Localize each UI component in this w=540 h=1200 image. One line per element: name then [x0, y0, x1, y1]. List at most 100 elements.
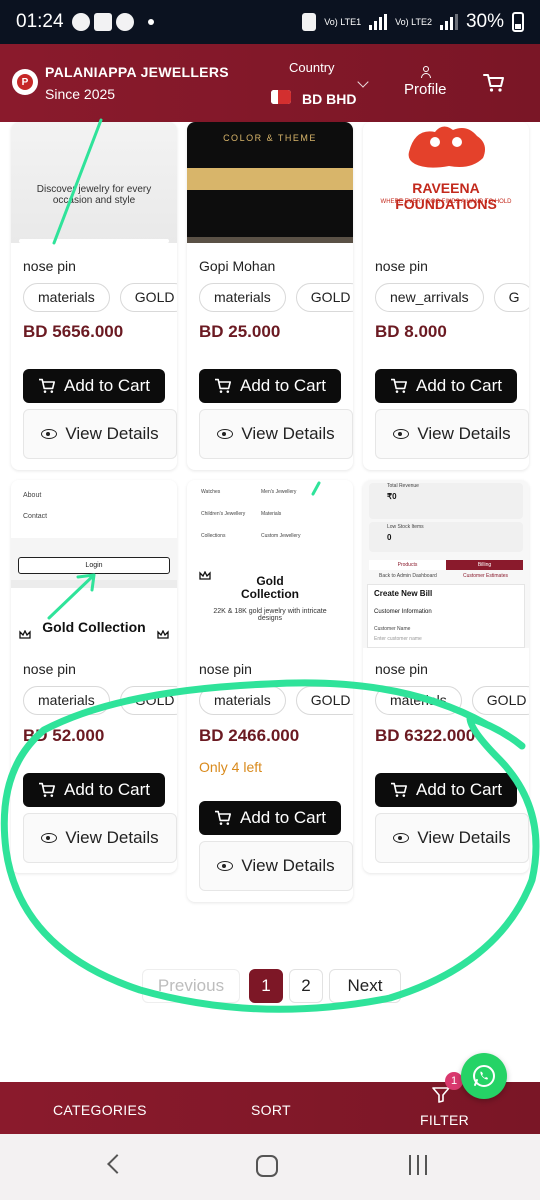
crown-icon: [19, 630, 31, 639]
sort-button[interactable]: SORT: [251, 1102, 291, 1118]
cart-icon[interactable]: [483, 73, 505, 93]
image-revenue-value: ₹0: [387, 492, 397, 501]
tag-list: materials GOLD: [23, 283, 177, 312]
bahrain-flag-icon[interactable]: [271, 90, 291, 104]
tag-chip[interactable]: G: [493, 283, 529, 312]
add-to-cart-label: Add to Cart: [416, 780, 502, 799]
back-nav-icon[interactable]: [107, 1154, 127, 1174]
cart-icon: [215, 810, 231, 825]
product-card[interactable]: Watches Men's Jewellery Children's Jewel…: [187, 480, 353, 902]
product-image[interactable]: Total Revenue ₹0 Low Stock Items 0 Produ…: [363, 480, 529, 648]
add-to-cart-button[interactable]: Add to Cart: [375, 773, 517, 807]
add-to-cart-button[interactable]: Add to Cart: [199, 369, 341, 403]
product-image[interactable]: COLOR & THEME: [187, 122, 353, 243]
home-nav-icon[interactable]: [256, 1155, 278, 1177]
tag-chip[interactable]: GOLD: [295, 283, 353, 312]
view-details-button[interactable]: View Details: [23, 813, 177, 863]
alarm-icon: [302, 13, 317, 31]
tag-chip[interactable]: materials: [199, 283, 286, 312]
tag-chip[interactable]: GOLD: [471, 686, 529, 715]
image-category: Custom Jewellery: [261, 533, 301, 539]
system-nav-bar: [0, 1134, 540, 1200]
whatsapp-chat-button[interactable]: [461, 1053, 507, 1099]
chevron-down-icon[interactable]: [357, 76, 369, 88]
filter-button[interactable]: FILTER: [420, 1112, 469, 1128]
page-1-button[interactable]: 1: [249, 969, 283, 1003]
tag-chip[interactable]: materials: [375, 686, 462, 715]
gallery-notification-icon: [93, 13, 112, 31]
view-details-button[interactable]: View Details: [23, 409, 177, 459]
filter-icon[interactable]: [432, 1087, 450, 1103]
whatsapp-notification-icon-2: [115, 13, 134, 31]
product-name[interactable]: nose pin: [23, 661, 76, 677]
status-bar: 01:24 Vo) LTE1 Vo) LTE2 30%: [0, 0, 540, 44]
product-card[interactable]: COLOR & THEME Gopi Mohan materials GOLD …: [187, 122, 353, 470]
add-to-cart-label: Add to Cart: [64, 780, 150, 799]
profile-icon[interactable]: [420, 66, 432, 78]
tag-chip[interactable]: GOLD: [295, 686, 353, 715]
add-to-cart-label: Add to Cart: [416, 376, 502, 395]
product-price: BD 6322.000: [375, 726, 476, 745]
add-to-cart-button[interactable]: Add to Cart: [23, 369, 165, 403]
add-to-cart-button[interactable]: Add to Cart: [375, 369, 517, 403]
product-name[interactable]: nose pin: [375, 661, 428, 677]
tag-chip[interactable]: materials: [23, 283, 110, 312]
product-image[interactable]: Discover jewelry for every occasion and …: [11, 122, 177, 243]
image-title: Gold Collection: [240, 574, 299, 601]
brand-logo[interactable]: P: [12, 69, 38, 95]
product-card[interactable]: About Contact Login Gold Collection nose…: [11, 480, 177, 873]
view-details-button[interactable]: View Details: [375, 813, 529, 863]
product-card[interactable]: Discover jewelry for every occasion and …: [11, 122, 177, 470]
view-details-button[interactable]: View Details: [199, 841, 353, 891]
image-stat-card: Total Revenue ₹0: [369, 483, 523, 519]
view-details-label: View Details: [417, 828, 511, 847]
image-gold-band: [187, 168, 353, 190]
product-image[interactable]: Watches Men's Jewellery Children's Jewel…: [187, 480, 353, 648]
add-to-cart-button[interactable]: Add to Cart: [199, 801, 341, 835]
image-low-stock-value: 0: [387, 533, 392, 542]
sim1-label: Vo) LTE1: [324, 16, 362, 27]
cart-icon: [391, 378, 407, 393]
image-brand-subtext: WHERE EVERY DOG FINDS A HAND TO HOLD: [380, 199, 512, 205]
next-page-button[interactable]: Next: [329, 969, 401, 1003]
dog-hand-logo-icon: [408, 126, 485, 168]
image-menu-contact: Contact: [23, 513, 48, 520]
eye-icon: [41, 833, 58, 843]
crown-icon: [157, 630, 169, 639]
recent-apps-icon[interactable]: [409, 1155, 427, 1175]
profile-link[interactable]: Profile: [404, 81, 447, 98]
bottom-action-bar: CATEGORIES SORT FILTER: [0, 1082, 540, 1134]
tag-chip[interactable]: materials: [199, 686, 286, 715]
add-to-cart-button[interactable]: Add to Cart: [23, 773, 165, 807]
previous-page-button[interactable]: Previous: [142, 969, 240, 1003]
image-category: Watches: [201, 489, 221, 495]
product-name[interactable]: nose pin: [23, 258, 76, 274]
stock-warning: Only 4 left: [199, 759, 263, 775]
view-details-button[interactable]: View Details: [199, 409, 353, 459]
tag-chip[interactable]: new_arrivals: [375, 283, 484, 312]
product-name[interactable]: Gopi Mohan: [199, 258, 275, 274]
product-image[interactable]: RAVEENA FOUNDATIONS WHERE EVERY DOG FIND…: [363, 122, 529, 243]
tag-chip[interactable]: GOLD: [119, 283, 177, 312]
product-card[interactable]: Total Revenue ₹0 Low Stock Items 0 Produ…: [363, 480, 529, 873]
eye-icon: [217, 861, 234, 871]
product-image[interactable]: About Contact Login Gold Collection: [11, 480, 177, 648]
brand-name[interactable]: PALANIAPPA JEWELLERS: [45, 64, 229, 80]
page-2-button[interactable]: 2: [289, 969, 323, 1003]
product-name[interactable]: nose pin: [199, 661, 252, 677]
product-name[interactable]: nose pin: [375, 258, 428, 274]
image-field-placeholder: Enter customer name: [374, 636, 422, 642]
categories-button[interactable]: CATEGORIES: [53, 1102, 147, 1118]
view-details-label: View Details: [417, 424, 511, 443]
tag-chip[interactable]: materials: [23, 686, 110, 715]
signal2-icon: [439, 14, 458, 30]
country-selector[interactable]: BD BHD: [302, 91, 356, 107]
product-card[interactable]: RAVEENA FOUNDATIONS WHERE EVERY DOG FIND…: [363, 122, 529, 470]
image-bill-title: Create New Bill: [374, 589, 433, 598]
tag-chip[interactable]: GOLD: [119, 686, 177, 715]
tag-list: materials GOLD: [199, 686, 353, 715]
logo-letter: P: [17, 74, 33, 90]
signal1-icon: [369, 14, 388, 30]
battery-icon: [512, 12, 524, 32]
view-details-button[interactable]: View Details: [375, 409, 529, 459]
